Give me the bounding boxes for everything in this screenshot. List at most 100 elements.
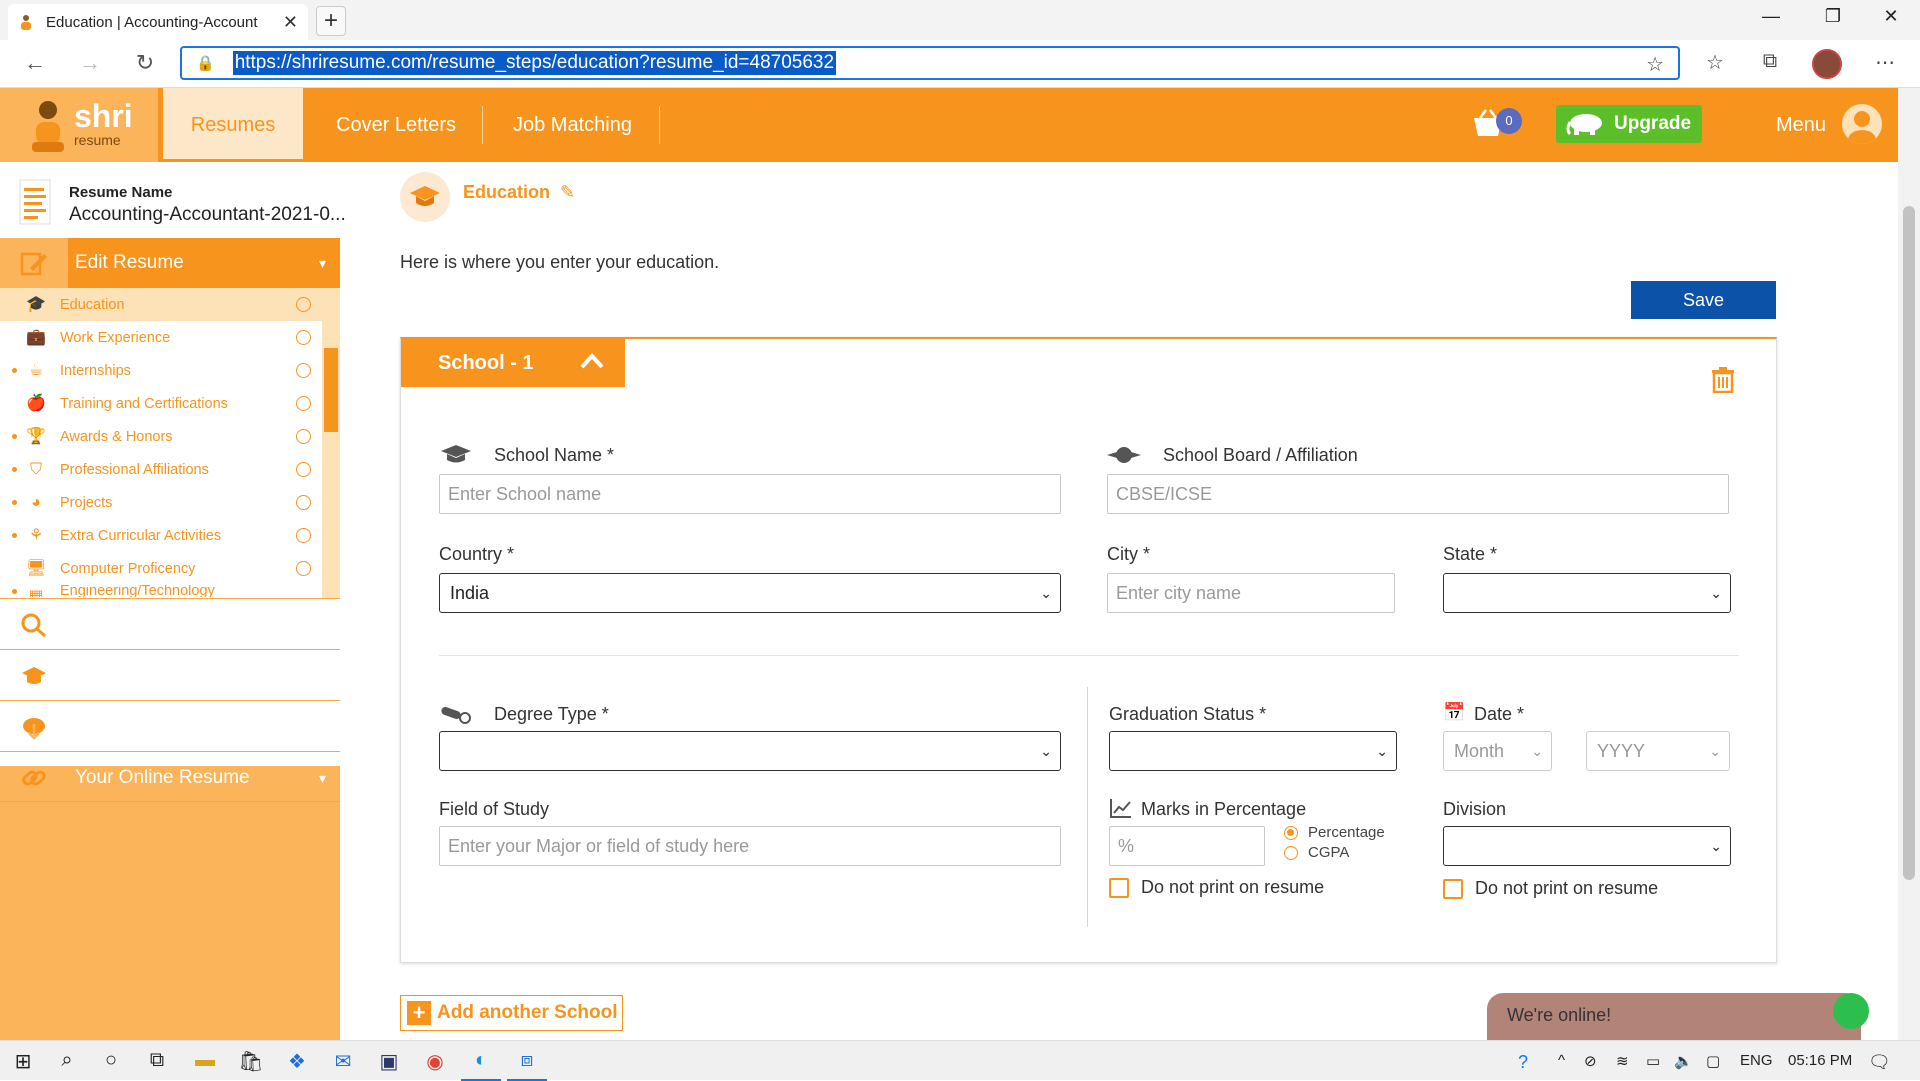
sidebar-item-grammar-sutra[interactable]: Grammar Sutra [0, 649, 340, 700]
user-avatar-icon[interactable] [1842, 104, 1882, 144]
country-select[interactable]: India ⌄ [439, 573, 1061, 613]
store-icon[interactable]: 🛍 [236, 1049, 266, 1074]
page-scrollbar[interactable] [1898, 88, 1920, 1040]
file-explorer-icon[interactable]: ▬ [190, 1049, 220, 1072]
city-input[interactable]: Enter city name [1107, 573, 1395, 613]
site-logo[interactable]: shri resume [0, 88, 158, 162]
school-card: School - 1 School Name * Enter School na… [400, 337, 1777, 963]
month-select[interactable]: Month ⌄ [1443, 731, 1552, 771]
forward-button[interactable]: → [75, 50, 105, 76]
browser-tab[interactable]: Education | Accounting-Account ✕ [8, 4, 308, 40]
close-window-button[interactable]: ✕ [1868, 6, 1914, 27]
school-name-input[interactable]: Enter School name [439, 474, 1061, 514]
edge-icon[interactable]: ◐ [466, 1049, 496, 1072]
url-field[interactable]: 🔒 https://shriresume.com/resume_steps/ed… [180, 46, 1680, 80]
section-label: Internships [60, 362, 131, 379]
link-icon [22, 770, 46, 786]
sidebar-item-view-resume[interactable]: View Resume & Customize ▾ [0, 598, 340, 649]
volume-icon[interactable]: 🔈 [1674, 1052, 1693, 1070]
task-view-icon[interactable]: ⧉ [142, 1049, 172, 1072]
section-item-awards[interactable]: 🏆 Awards & Honors [0, 420, 322, 453]
nav-job-matching[interactable]: Job Matching [483, 88, 662, 162]
settings-more-icon[interactable]: ⋯ [1870, 50, 1900, 75]
edit-resume-header[interactable]: Edit Resume ▾ [0, 238, 340, 288]
browser-tab-bar: Education | Accounting-Account ✕ + — ❐ ✕ [0, 0, 1920, 40]
url-text[interactable]: https://shriresume.com/resume_steps/educ… [232, 51, 837, 75]
new-tab-button[interactable]: + [316, 6, 346, 36]
save-button[interactable]: Save [1631, 281, 1776, 319]
board-input[interactable]: CBSE/ICSE [1107, 474, 1729, 514]
display-icon[interactable]: ▢ [1706, 1052, 1720, 1070]
section-item-extracurricular[interactable]: ⚘ Extra Curricular Activities [0, 519, 322, 552]
school-card-tab[interactable]: School - 1 [401, 339, 625, 387]
degree-type-select[interactable]: ⌄ [439, 731, 1061, 771]
division-label: Division [1443, 799, 1507, 819]
magnifier-icon [21, 613, 46, 638]
section-item-work-experience[interactable]: 💼 Work Experience [0, 321, 322, 354]
nav-cover-letters[interactable]: Cover Letters [306, 88, 486, 162]
section-list-scrollbar[interactable] [322, 288, 340, 598]
percentage-radio[interactable]: Percentage [1284, 824, 1385, 841]
graduation-status-select[interactable]: ⌄ [1109, 731, 1397, 771]
search-icon[interactable]: ⌕ [52, 1049, 82, 1072]
resume-name-block[interactable]: Resume Name Accounting-Accountant-2021-0… [0, 162, 346, 238]
remote-desktop-icon[interactable]: ⧈ [512, 1049, 542, 1072]
favorites-icon[interactable]: ☆ [1700, 50, 1730, 75]
chevron-up-icon[interactable] [579, 351, 605, 371]
field-of-study-input[interactable]: Enter your Major or field of study here [439, 826, 1061, 866]
graduation-cap-icon: 🎓 [26, 295, 46, 313]
minimize-button[interactable]: — [1748, 6, 1794, 27]
collections-icon[interactable]: ⧉ [1755, 50, 1785, 73]
cgpa-radio[interactable]: CGPA [1284, 844, 1349, 861]
help-icon[interactable]: ? [1518, 1052, 1528, 1073]
live-chat-widget[interactable]: We're online! [1487, 993, 1869, 1040]
section-item-internships[interactable]: ☕ Internships [0, 354, 322, 387]
clock-time[interactable]: 05:16 PM [1788, 1052, 1852, 1069]
section-item-affiliations[interactable]: ⛉ Professional Affiliations [0, 453, 322, 486]
terminal-icon[interactable]: ▣ [374, 1049, 404, 1074]
section-item-computer[interactable]: 🖥 Computer Proficency [0, 552, 322, 585]
diploma-scroll-icon [441, 706, 471, 724]
state-select[interactable]: ⌄ [1443, 573, 1731, 613]
browser-profile-avatar[interactable] [1812, 49, 1842, 79]
section-label: Professional Affiliations [60, 461, 209, 478]
favorite-star-icon[interactable]: ☆ [1646, 52, 1664, 77]
pencil-edit-icon[interactable]: ✎ [560, 182, 575, 203]
restore-button[interactable]: ❐ [1810, 6, 1856, 27]
marks-input[interactable]: % [1109, 826, 1265, 866]
windows-start-icon[interactable]: ⊞ [8, 1049, 38, 1074]
network-icon[interactable]: ⊘ [1584, 1052, 1597, 1070]
trash-icon[interactable] [1711, 367, 1735, 393]
add-school-button[interactable]: + Add another School [400, 995, 623, 1031]
section-item-engineering[interactable]: ▦ Engineering/Technology [0, 585, 322, 597]
nav-resumes[interactable]: Resumes [163, 88, 303, 162]
tab-close-icon[interactable]: ✕ [283, 12, 298, 33]
section-item-projects[interactable]: ◕ Projects [0, 486, 322, 519]
battery-icon[interactable]: ▭ [1646, 1052, 1660, 1070]
status-circle [296, 363, 311, 378]
page-scrollbar-thumb[interactable] [1903, 206, 1915, 880]
notifications-icon[interactable]: 🗨 [1868, 1052, 1891, 1073]
mail-icon[interactable]: ✉ [328, 1049, 358, 1074]
chrome-icon[interactable]: ◉ [420, 1049, 450, 1074]
section-item-education[interactable]: 🎓 Education [0, 288, 322, 321]
wifi-icon[interactable]: ≋ [1616, 1052, 1629, 1070]
chevron-up-icon[interactable]: ^ [1558, 1052, 1565, 1069]
section-item-training[interactable]: 🍎 Training and Certifications [0, 387, 322, 420]
marks-no-print-checkbox[interactable]: Do not print on resume [1109, 877, 1324, 898]
add-school-label: Add another School [437, 1002, 618, 1023]
sidebar-item-online-resume[interactable]: Your Online Resume ▾ [0, 751, 340, 802]
scrollbar-thumb[interactable] [324, 348, 338, 432]
reload-button[interactable]: ↻ [130, 50, 160, 76]
language-indicator[interactable]: ENG [1740, 1052, 1773, 1069]
cortana-icon[interactable]: ○ [96, 1049, 126, 1072]
menu-label[interactable]: Menu [1776, 88, 1826, 162]
upgrade-button[interactable]: Upgrade [1556, 105, 1702, 143]
division-select[interactable]: ⌄ [1443, 826, 1731, 866]
back-button[interactable]: ← [20, 50, 50, 76]
no-print-label: Do not print on resume [1141, 877, 1325, 897]
sidebar-item-download[interactable]: Download Resume [0, 700, 340, 751]
dropbox-icon[interactable]: ❖ [282, 1049, 312, 1074]
division-no-print-checkbox[interactable]: Do not print on resume [1443, 878, 1658, 899]
year-select[interactable]: YYYY ⌄ [1586, 731, 1730, 771]
